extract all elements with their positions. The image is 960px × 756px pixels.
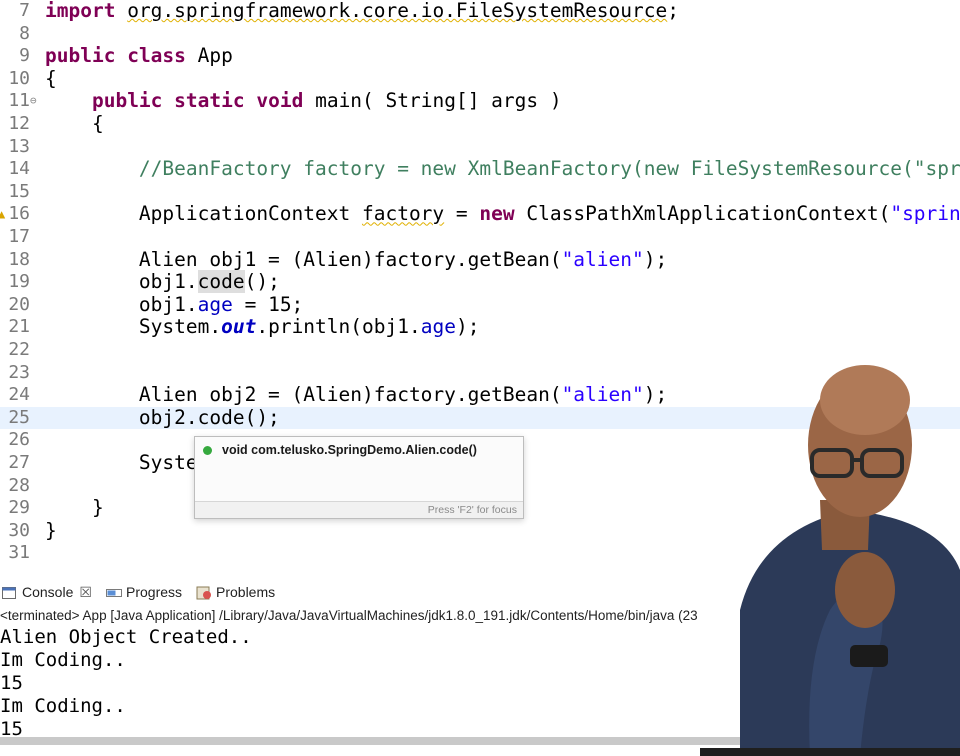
line-number: 24: [8, 384, 30, 406]
code-text[interactable]: obj1.code();: [45, 270, 280, 294]
tab-progress[interactable]: Progress: [106, 580, 182, 604]
code-line[interactable]: 15: [0, 181, 960, 204]
code-line[interactable]: 10 {: [0, 67, 960, 91]
code-text[interactable]: //BeanFactory factory = new XmlBeanFacto…: [45, 157, 960, 181]
code-text[interactable]: public static void main( String[] args ): [45, 90, 562, 113]
line-number: 28: [8, 474, 30, 496]
code-text[interactable]: }: [45, 497, 104, 520]
code-line[interactable]: 19 obj1.code();: [0, 270, 960, 294]
tab-progress-label: Progress: [126, 584, 183, 600]
code-text[interactable]: import org.springframework.core.io.FileS…: [45, 0, 679, 23]
fold-toggle-icon[interactable]: ⊖: [30, 90, 42, 113]
line-number: 7: [19, 0, 30, 21]
public-method-icon: [203, 445, 212, 455]
line-number: 21: [8, 316, 30, 338]
line-number: 27: [8, 452, 30, 473]
code-text[interactable]: Syste: [45, 451, 198, 475]
line-number: 30: [8, 519, 30, 541]
code-text[interactable]: obj2.code();: [45, 406, 280, 430]
content-assist-suggestion[interactable]: void com.telusko.SpringDemo.Alien.code(): [201, 441, 477, 459]
line-number: 19: [8, 271, 30, 293]
progress-icon: [106, 586, 122, 598]
code-line[interactable]: 13: [0, 136, 960, 159]
code-line[interactable]: 12 {: [0, 112, 960, 136]
code-line[interactable]: 9 public class App: [0, 44, 960, 68]
line-number: 13: [8, 135, 30, 157]
line-number: 23: [8, 361, 30, 383]
line-number: 9: [19, 45, 30, 67]
code-line[interactable]: 14 //BeanFactory factory = new XmlBeanFa…: [0, 157, 960, 181]
code-text[interactable]: ApplicationContext factory = new ClassPa…: [45, 203, 960, 226]
line-number: 14: [8, 158, 30, 180]
presenter-video-overlay: [700, 360, 960, 756]
code-line[interactable]: 11 ⊖ public static void main( String[] ar…: [0, 90, 960, 113]
code-text[interactable]: Alien obj1 = (Alien)factory.getBean("ali…: [45, 248, 667, 272]
play-icon[interactable]: [20, 747, 30, 756]
console-output-line: 15: [0, 672, 23, 694]
tab-console[interactable]: Console ☒: [2, 580, 92, 604]
problems-icon: [196, 586, 211, 600]
presenter-figure: [700, 365, 960, 756]
code-text[interactable]: }: [45, 519, 57, 543]
warning-icon: ▲: [0, 207, 6, 222]
line-number: 12: [8, 113, 30, 134]
console-output-line: Alien Object Created..: [0, 626, 252, 648]
code-line[interactable]: 16 ▲ ApplicationContext factory = new Cla…: [0, 203, 960, 226]
content-assist-popup[interactable]: void com.telusko.SpringDemo.Alien.code()…: [194, 436, 524, 519]
code-text[interactable]: Alien obj2 = (Alien)factory.getBean("ali…: [45, 383, 667, 407]
code-text[interactable]: {: [45, 67, 57, 91]
line-number: 11: [8, 90, 30, 112]
line-number: 31: [8, 542, 30, 564]
code-text[interactable]: obj1.age = 15;: [45, 293, 303, 317]
code-line[interactable]: 20 obj1.age = 15;: [0, 293, 960, 317]
code-text[interactable]: {: [45, 112, 104, 136]
console-icon: [2, 586, 16, 599]
code-line[interactable]: 8: [0, 23, 960, 46]
content-assist-footer: Press 'F2' for focus: [195, 501, 523, 518]
code-line[interactable]: 7 import org.springframework.core.io.File…: [0, 0, 960, 23]
line-number: 8: [19, 22, 30, 44]
code-line[interactable]: 21 System.out.println(obj1.age);: [0, 316, 960, 339]
line-number: 26: [8, 429, 30, 451]
console-output-line: Im Coding..: [0, 649, 126, 671]
console-output-line: Im Coding..: [0, 695, 126, 717]
tab-console-label: Console: [22, 584, 74, 600]
code-text[interactable]: public class App: [45, 44, 233, 68]
line-number: 15: [8, 180, 30, 202]
line-number: 29: [8, 497, 30, 519]
line-number: 18: [8, 248, 30, 270]
line-number: 10: [8, 67, 30, 89]
code-text[interactable]: System.out.println(obj1.age);: [45, 316, 480, 339]
code-line[interactable]: 17: [0, 226, 960, 249]
line-number: 25: [8, 406, 30, 428]
code-line[interactable]: 22: [0, 339, 960, 362]
close-icon[interactable]: ☒: [79, 584, 92, 601]
line-number: 17: [8, 226, 30, 247]
code-line[interactable]: 18 Alien obj1 = (Alien)factory.getBean("…: [0, 248, 960, 272]
line-number: 20: [8, 293, 30, 315]
console-status-line: <terminated> App [Java Application] /Lib…: [0, 608, 698, 623]
tab-problems[interactable]: Problems: [196, 580, 275, 604]
line-number: 22: [8, 339, 30, 360]
suggestion-label: void com.telusko.SpringDemo.Alien.code(): [222, 443, 477, 457]
tab-problems-label: Problems: [216, 584, 276, 600]
